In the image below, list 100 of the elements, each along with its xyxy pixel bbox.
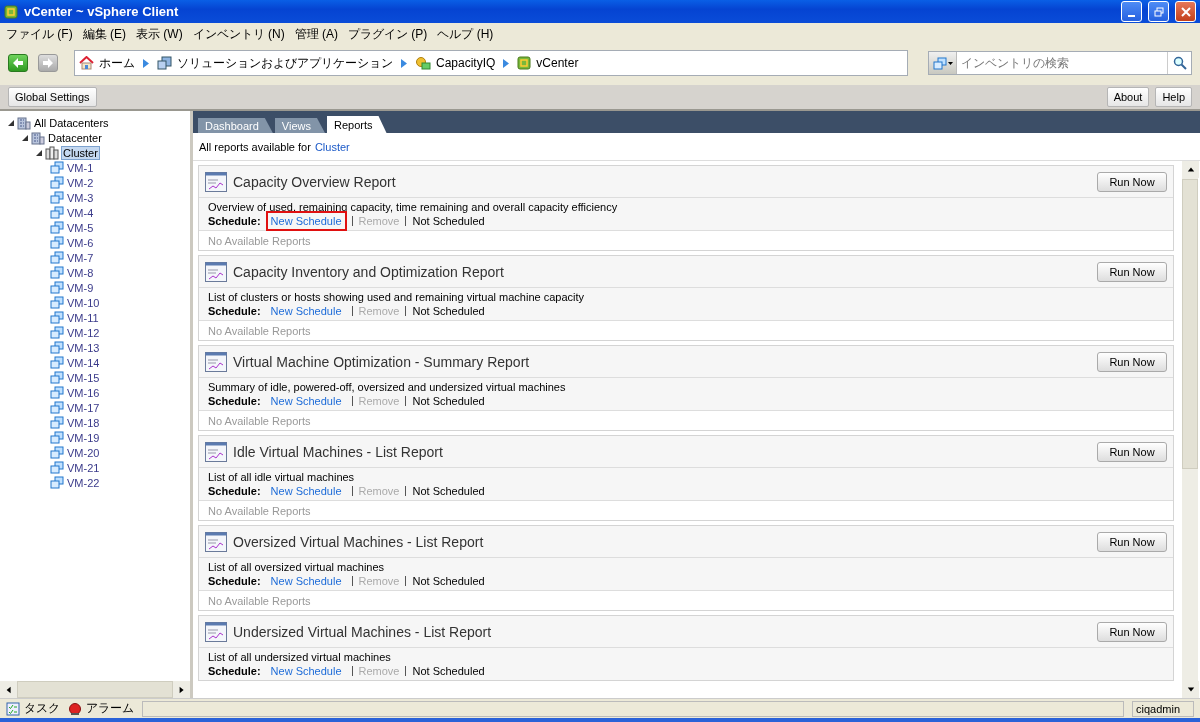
tree-item[interactable]: VM-13 [66, 341, 101, 354]
vm-icon [50, 416, 64, 429]
new-schedule-link[interactable]: New Schedule [265, 481, 347, 501]
tree-item[interactable]: VM-16 [66, 386, 101, 399]
menu-item[interactable]: ヘルプ (H) [437, 25, 494, 43]
run-now-button[interactable]: Run Now [1097, 621, 1167, 642]
expander-icon[interactable] [21, 134, 28, 141]
scroll-right-icon[interactable] [177, 685, 186, 694]
vm-icon [50, 191, 64, 204]
breadcrumb-link[interactable]: CapacityIQ [436, 56, 496, 70]
search-field[interactable]: インベントリの検索 [928, 51, 1192, 75]
run-now-button[interactable]: Run Now [1097, 441, 1167, 462]
report-chart-icon [205, 531, 227, 552]
caret-icon [947, 61, 953, 65]
run-now-button[interactable]: Run Now [1097, 531, 1167, 552]
toolbar-button[interactable]: About [1106, 87, 1150, 107]
tree-item[interactable]: VM-21 [66, 461, 101, 474]
tree-item[interactable]: VM-14 [66, 356, 101, 369]
new-schedule-link[interactable]: New Schedule [265, 211, 347, 231]
back-button[interactable] [8, 54, 28, 72]
scroll-left-icon[interactable] [4, 685, 13, 694]
menu-item[interactable]: 表示 (W) [136, 25, 183, 43]
menu-item[interactable]: インベントリ (N) [192, 25, 285, 43]
report-title: Capacity Inventory and Optimization Report [233, 263, 505, 280]
tree-item[interactable]: VM-3 [66, 191, 95, 204]
tree-item[interactable]: VM-9 [66, 281, 95, 294]
tree-item[interactable]: VM-19 [66, 431, 101, 444]
tree-item[interactable]: VM-8 [66, 266, 95, 279]
search-scope-dropdown[interactable] [929, 52, 957, 74]
run-now-button[interactable]: Run Now [1097, 261, 1167, 282]
schedule-label: Schedule: [208, 575, 261, 587]
report-title: Idle Virtual Machines - List Report [233, 443, 444, 460]
tree-item[interactable]: VM-10 [66, 296, 101, 309]
tree-item[interactable]: VM-12 [66, 326, 101, 339]
run-now-button[interactable]: Run Now [1097, 171, 1167, 192]
settings-button[interactable]: Global Settings [8, 87, 97, 107]
tree-item[interactable]: VM-15 [66, 371, 101, 384]
scroll-up-icon[interactable] [1186, 165, 1195, 174]
vertical-scrollbar[interactable] [1182, 161, 1198, 698]
menu-item[interactable]: 管理 (A) [294, 25, 338, 43]
arrow-right-icon [43, 58, 53, 68]
schedule-status: Not Scheduled [412, 485, 485, 497]
tree-item[interactable]: VM-1 [66, 161, 95, 174]
vm-icon [50, 386, 64, 399]
menu-item[interactable]: プラグイン (P) [348, 25, 428, 43]
tree-item[interactable]: VM-11 [66, 311, 100, 324]
tree-item[interactable]: VM-2 [66, 176, 95, 189]
report-description: List of all oversized virtual machines [208, 561, 386, 573]
minimize-icon [1128, 14, 1135, 17]
menu-item[interactable]: 編集 (E) [82, 25, 126, 43]
run-now-button[interactable]: Run Now [1097, 351, 1167, 372]
status-tab[interactable]: タスク [24, 700, 60, 717]
expander-icon[interactable] [35, 149, 42, 156]
new-schedule-link[interactable]: New Schedule [265, 661, 347, 681]
vm-icon [50, 221, 64, 234]
schedule-status: Not Scheduled [412, 395, 485, 407]
vm-icon [50, 296, 64, 309]
schedule-label: Schedule: [208, 305, 261, 317]
scroll-down-icon[interactable] [1186, 685, 1195, 694]
vm-icon [50, 341, 64, 354]
tree-item[interactable]: VM-7 [66, 251, 95, 264]
report-chart-icon [205, 621, 227, 642]
vm-icon [50, 176, 64, 189]
report-description: List of all undersized virtual machines [208, 651, 392, 663]
tree-item[interactable]: VM-4 [66, 206, 95, 219]
breadcrumb-link[interactable]: ホーム [99, 54, 135, 72]
tree-item[interactable]: All Datacenters [33, 116, 110, 129]
tree-item[interactable]: VM-18 [66, 416, 101, 429]
menu-item[interactable]: ファイル (F) [6, 25, 73, 43]
house-icon [79, 56, 94, 70]
tree-item[interactable]: VM-17 [66, 401, 101, 414]
no-reports-text: No Available Reports [208, 594, 311, 607]
status-tab[interactable]: アラーム [86, 700, 134, 717]
tab[interactable]: Reports [327, 116, 387, 133]
subtitle-text: All reports available for [199, 140, 311, 153]
vm-icon [50, 281, 64, 294]
report-description: Overview of used, remaining capacity, time remaining and overall capacity efficiency [208, 201, 619, 213]
checklist-icon [6, 701, 20, 716]
minimize-button[interactable] [1121, 1, 1142, 22]
breadcrumb-link[interactable]: vCenter [536, 56, 579, 70]
expander-icon[interactable] [7, 119, 14, 126]
window-title: vCenter ~ vSphere Client [24, 4, 180, 19]
vm-icon [50, 266, 64, 279]
close-button[interactable] [1175, 1, 1196, 22]
new-schedule-link[interactable]: New Schedule [265, 301, 347, 321]
building-icon [17, 115, 31, 130]
restore-button[interactable] [1148, 1, 1169, 22]
tree-item[interactable]: VM-22 [66, 476, 101, 489]
toolbar-button[interactable]: Help [1155, 87, 1192, 107]
tree-item[interactable]: VM-20 [66, 446, 101, 459]
tree-item[interactable]: VM-6 [66, 236, 95, 249]
cluster-icon [45, 145, 59, 160]
tree-item[interactable]: VM-5 [66, 221, 95, 234]
report-title: Virtual Machine Optimization - Summary Report [233, 353, 531, 370]
breadcrumb-link[interactable]: ソリューションおよびアプリケーション [177, 54, 393, 72]
cluster-link[interactable]: Cluster [314, 140, 350, 153]
tree-item[interactable]: Cluster [61, 145, 100, 160]
new-schedule-link[interactable]: New Schedule [265, 571, 347, 591]
building-icon [31, 130, 45, 145]
tree-item[interactable]: Datacenter [47, 131, 103, 144]
